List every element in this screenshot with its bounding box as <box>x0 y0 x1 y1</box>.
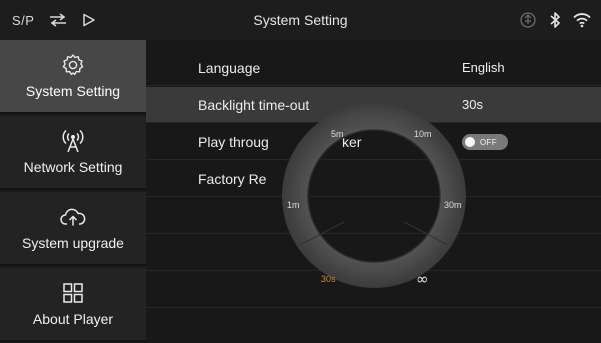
ring-option-30m[interactable]: 30m <box>444 200 462 210</box>
grid-icon <box>62 281 84 305</box>
usb-icon <box>519 11 537 29</box>
settings-list: Language English Backlight time-out 30s … <box>146 40 601 343</box>
setting-row-backlight-timeout[interactable]: Backlight time-out 30s <box>146 87 601 123</box>
sidebar-item-system-setting[interactable]: System Setting <box>0 40 146 114</box>
setting-row-empty <box>146 235 601 271</box>
play-icon[interactable] <box>82 13 96 27</box>
antenna-icon <box>61 129 85 153</box>
top-left-controls: S/P <box>0 13 180 28</box>
ring-option-10m[interactable]: 10m <box>414 129 432 139</box>
toggle-state: OFF <box>480 137 497 147</box>
top-right-status <box>421 11 601 29</box>
swap-arrows-icon[interactable] <box>48 13 68 27</box>
sidebar-item-label: System Setting <box>25 83 121 99</box>
setting-row-empty <box>146 198 601 234</box>
setting-row-empty <box>146 272 601 308</box>
setting-value: 30s <box>462 97 483 112</box>
page-title: System Setting <box>253 12 348 28</box>
top-status-bar: S/P System Setting <box>0 0 601 40</box>
cloud-upload-icon <box>60 205 86 229</box>
sidebar-item-system-upgrade[interactable]: System upgrade <box>0 192 146 266</box>
setting-row-factory-reset[interactable]: Factory Re <box>146 161 601 197</box>
setting-name: Backlight time-out <box>198 96 310 113</box>
setting-row-play-through-speaker[interactable]: Play throug ker OFF <box>146 124 601 160</box>
setting-name-tail: ker <box>342 133 362 150</box>
sidebar-item-network-setting[interactable]: Network Setting <box>0 116 146 190</box>
setting-row-language[interactable]: Language English <box>146 50 601 86</box>
sidebar: System Setting Network Setting System up… <box>0 40 146 343</box>
sp-label[interactable]: S/P <box>12 13 34 28</box>
speaker-toggle[interactable]: OFF <box>462 134 508 150</box>
setting-name: Language <box>198 59 261 76</box>
toggle-knob <box>465 137 475 147</box>
sidebar-item-label: System upgrade <box>22 235 124 251</box>
ring-option-1m[interactable]: 1m <box>287 200 300 210</box>
ring-option-5m[interactable]: 5m <box>331 129 344 139</box>
sidebar-item-label: Network Setting <box>23 159 123 175</box>
setting-value: English <box>462 60 505 75</box>
sidebar-item-about-player[interactable]: About Player <box>0 268 146 342</box>
ring-option-infinite[interactable]: ∞ <box>416 270 429 288</box>
ring-option-30s[interactable]: 30s <box>321 274 336 284</box>
wifi-icon <box>573 12 591 28</box>
gear-icon <box>61 53 85 77</box>
sidebar-item-label: About Player <box>32 311 114 327</box>
setting-name: Factory Re <box>198 170 267 187</box>
bluetooth-icon <box>549 11 561 29</box>
screen: S/P System Setting System Setting Networ… <box>0 0 601 343</box>
setting-name: Play throug <box>198 133 269 150</box>
